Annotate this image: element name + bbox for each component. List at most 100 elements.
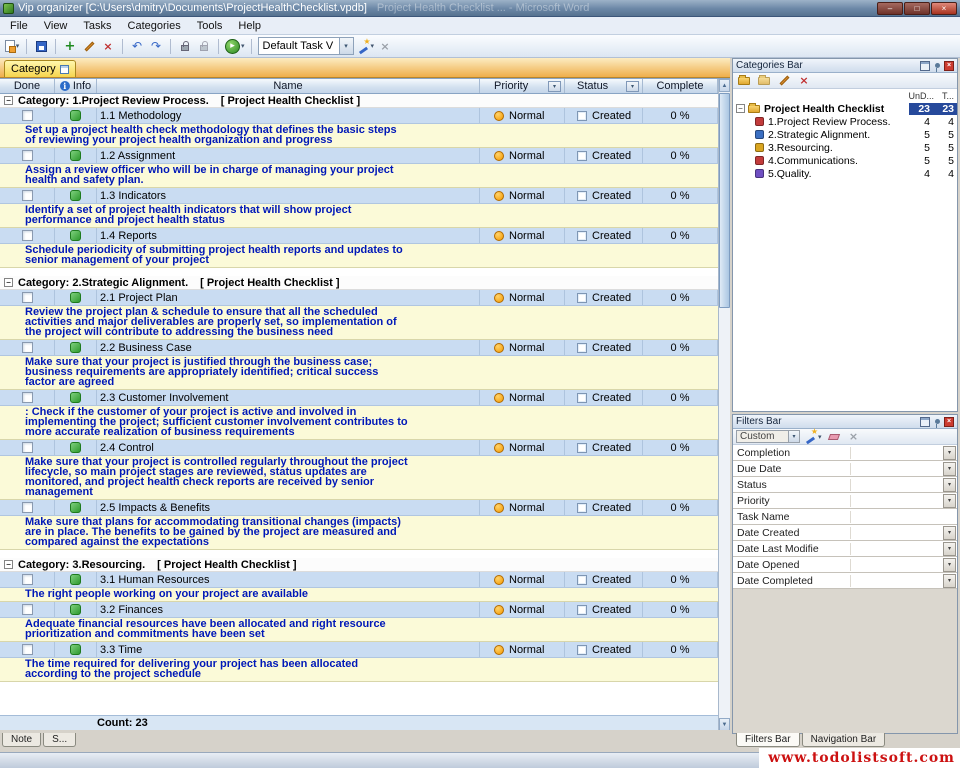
done-checkbox[interactable] (22, 442, 33, 453)
status-value[interactable]: Created (592, 392, 631, 404)
task-row[interactable]: 1.2 Assignment Normal Created 0 % (0, 148, 718, 164)
priority-value[interactable]: Normal (509, 292, 544, 304)
task-name[interactable]: 3.1 Human Resources (97, 572, 480, 587)
status-filter-button[interactable]: ▾ (626, 81, 639, 92)
task-name[interactable]: 2.3 Customer Involvement (97, 390, 480, 405)
column-header-complete[interactable]: Complete (643, 79, 718, 93)
column-header-name[interactable]: Name (97, 79, 480, 93)
task-row[interactable]: 2.4 Control Normal Created 0 % (0, 440, 718, 456)
done-checkbox[interactable] (22, 574, 33, 585)
column-header-total[interactable]: T... (934, 91, 954, 101)
delete-task-button[interactable]: × (100, 37, 116, 55)
task-row[interactable]: 2.1 Project Plan Normal Created 0 % (0, 290, 718, 306)
priority-value[interactable]: Normal (509, 502, 544, 514)
filter-preset-combo[interactable]: Custom ▾ (736, 430, 800, 443)
task-row[interactable]: 1.3 Indicators Normal Created 0 % (0, 188, 718, 204)
status-value[interactable]: Created (592, 502, 631, 514)
filter-dropdown-icon[interactable]: ▾ (943, 526, 956, 540)
filter-dropdown-icon[interactable]: ▾ (943, 574, 956, 588)
task-row[interactable]: 3.2 Finances Normal Created 0 % (0, 602, 718, 618)
collapse-icon[interactable] (736, 104, 745, 113)
priority-value[interactable]: Normal (509, 644, 544, 656)
done-checkbox[interactable] (22, 604, 33, 615)
done-checkbox[interactable] (22, 502, 33, 513)
close-button[interactable]: × (931, 2, 957, 15)
edit-category-button[interactable] (776, 72, 792, 90)
filter-row[interactable]: Task Name ▾ (733, 509, 957, 525)
collapse-icon[interactable] (4, 96, 13, 105)
complete-value[interactable]: 0 % (643, 500, 718, 515)
menu-categories[interactable]: Categories (120, 18, 189, 34)
lock-button[interactable] (177, 37, 193, 55)
task-name[interactable]: 2.2 Business Case (97, 340, 480, 355)
redo-button[interactable]: ↷ (148, 37, 164, 55)
new-task-button[interactable]: ▾ (4, 37, 20, 55)
task-row[interactable]: 3.1 Human Resources Normal Created 0 % (0, 572, 718, 588)
complete-value[interactable]: 0 % (643, 390, 718, 405)
complete-value[interactable]: 0 % (643, 440, 718, 455)
close-panel-icon[interactable]: × (944, 417, 954, 427)
dock-window-icon[interactable] (920, 417, 930, 427)
close-panel-icon[interactable]: × (944, 61, 954, 71)
tab-note[interactable]: Note (2, 733, 41, 747)
task-name[interactable]: 1.3 Indicators (97, 188, 480, 203)
save-button[interactable] (33, 37, 49, 55)
add-subcategory-button[interactable] (756, 72, 772, 90)
tree-item-category[interactable]: 3.Resourcing. 5 5 (733, 141, 957, 154)
complete-value[interactable]: 0 % (643, 148, 718, 163)
combo-dropdown-icon[interactable]: ▾ (788, 431, 799, 442)
status-value[interactable]: Created (592, 150, 631, 162)
done-checkbox[interactable] (22, 644, 33, 655)
scroll-up-icon[interactable]: ▲ (719, 79, 730, 92)
title-bar[interactable]: Vip organizer [C:\Users\dmitry\Documents… (0, 0, 960, 17)
minimize-button[interactable]: – (877, 2, 903, 15)
menu-tasks[interactable]: Tasks (75, 18, 119, 34)
task-row[interactable]: 2.2 Business Case Normal Created 0 % (0, 340, 718, 356)
done-checkbox[interactable] (22, 110, 33, 121)
pin-icon[interactable] (932, 61, 942, 71)
unlock-button[interactable] (196, 37, 212, 55)
filter-row[interactable]: Priority ▾ (733, 493, 957, 509)
dock-window-icon[interactable] (920, 61, 930, 71)
clear-view-button[interactable]: × (377, 37, 393, 55)
tab-navigation-bar[interactable]: Navigation Bar (802, 733, 886, 747)
vertical-scrollbar[interactable]: ▲ ▼ (718, 79, 730, 730)
column-header-undone[interactable]: UnD... (904, 91, 934, 101)
menu-view[interactable]: View (36, 18, 76, 34)
filter-dropdown-icon[interactable]: ▾ (943, 494, 956, 508)
filter-dropdown-icon[interactable]: ▾ (943, 462, 956, 476)
tree-item-category[interactable]: 5.Quality. 4 4 (733, 167, 957, 180)
status-value[interactable]: Created (592, 604, 631, 616)
task-name[interactable]: 1.2 Assignment (97, 148, 480, 163)
done-checkbox[interactable] (22, 342, 33, 353)
task-name[interactable]: 2.4 Control (97, 440, 480, 455)
priority-value[interactable]: Normal (509, 190, 544, 202)
undo-button[interactable]: ↶ (129, 37, 145, 55)
status-value[interactable]: Created (592, 574, 631, 586)
complete-value[interactable]: 0 % (643, 572, 718, 587)
task-name[interactable]: 1.4 Reports (97, 228, 480, 243)
combo-dropdown-icon[interactable]: ▾ (339, 38, 353, 54)
column-header-status[interactable]: Status ▾ (565, 79, 643, 93)
filter-row[interactable]: Date Completed ▾ (733, 573, 957, 589)
status-value[interactable]: Created (592, 292, 631, 304)
scrollbar-thumb[interactable] (719, 93, 730, 308)
category-group-header[interactable]: Category: 2.Strategic Alignment. [ Proje… (0, 276, 718, 290)
task-row[interactable]: 3.3 Time Normal Created 0 % (0, 642, 718, 658)
pin-icon[interactable] (932, 417, 942, 427)
filter-dropdown-icon[interactable]: ▾ (943, 542, 956, 556)
task-name[interactable]: 1.1 Methodology (97, 108, 480, 123)
status-value[interactable]: Created (592, 342, 631, 354)
clear-filter-button[interactable] (826, 428, 842, 446)
status-value[interactable]: Created (592, 110, 631, 122)
add-category-button[interactable] (736, 72, 752, 90)
task-row[interactable]: 2.3 Customer Involvement Normal Created … (0, 390, 718, 406)
priority-filter-button[interactable]: ▾ (548, 81, 561, 92)
done-checkbox[interactable] (22, 292, 33, 303)
tree-item-root[interactable]: Project Health Checklist 23 23 (733, 102, 957, 115)
tab-filters-bar[interactable]: Filters Bar (736, 733, 800, 747)
task-row[interactable]: 1.4 Reports Normal Created 0 % (0, 228, 718, 244)
status-value[interactable]: Created (592, 230, 631, 242)
task-name[interactable]: 2.5 Impacts & Benefits (97, 500, 480, 515)
maximize-button[interactable]: □ (904, 2, 930, 15)
